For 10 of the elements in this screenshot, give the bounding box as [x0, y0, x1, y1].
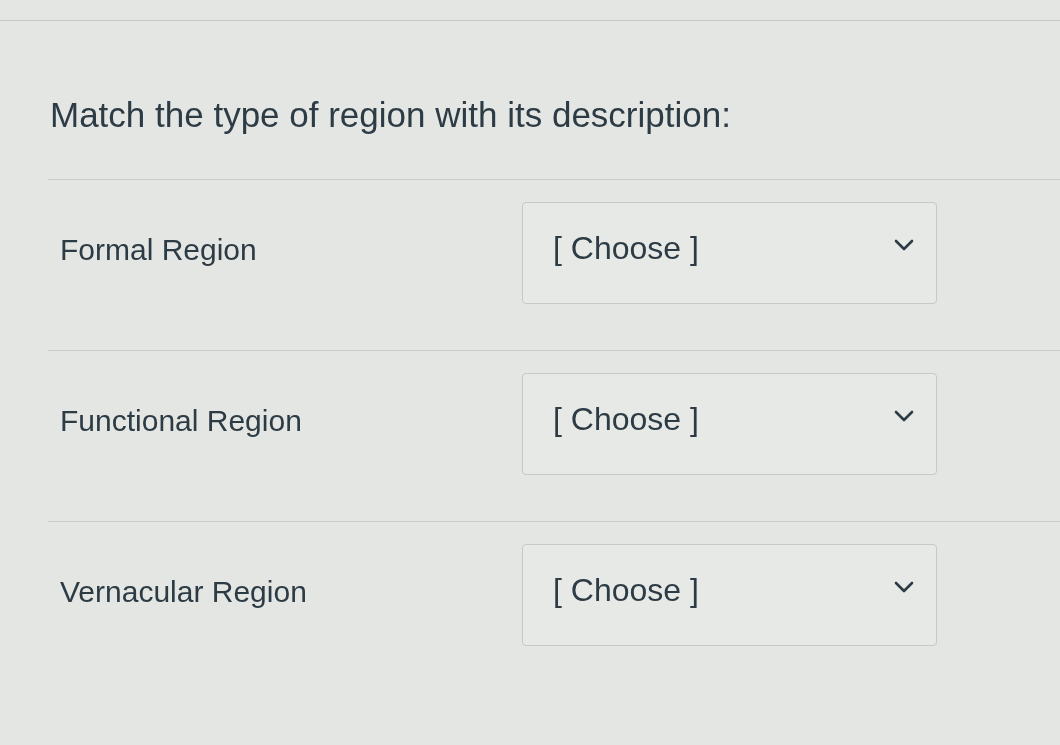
region-label: Vernacular Region — [60, 574, 308, 610]
region-label: Functional Region — [60, 403, 303, 439]
region-label: Formal Region — [60, 232, 258, 268]
chevron-down-icon — [894, 410, 914, 422]
answer-dropdown[interactable]: [ Choose ] — [522, 373, 937, 475]
answer-dropdown[interactable]: [ Choose ] — [522, 544, 937, 646]
question-text: Match the type of region with its description: — [50, 94, 731, 136]
chevron-down-icon — [894, 581, 914, 593]
answer-dropdown[interactable]: [ Choose ] — [522, 202, 937, 304]
chevron-down-icon — [894, 239, 914, 251]
